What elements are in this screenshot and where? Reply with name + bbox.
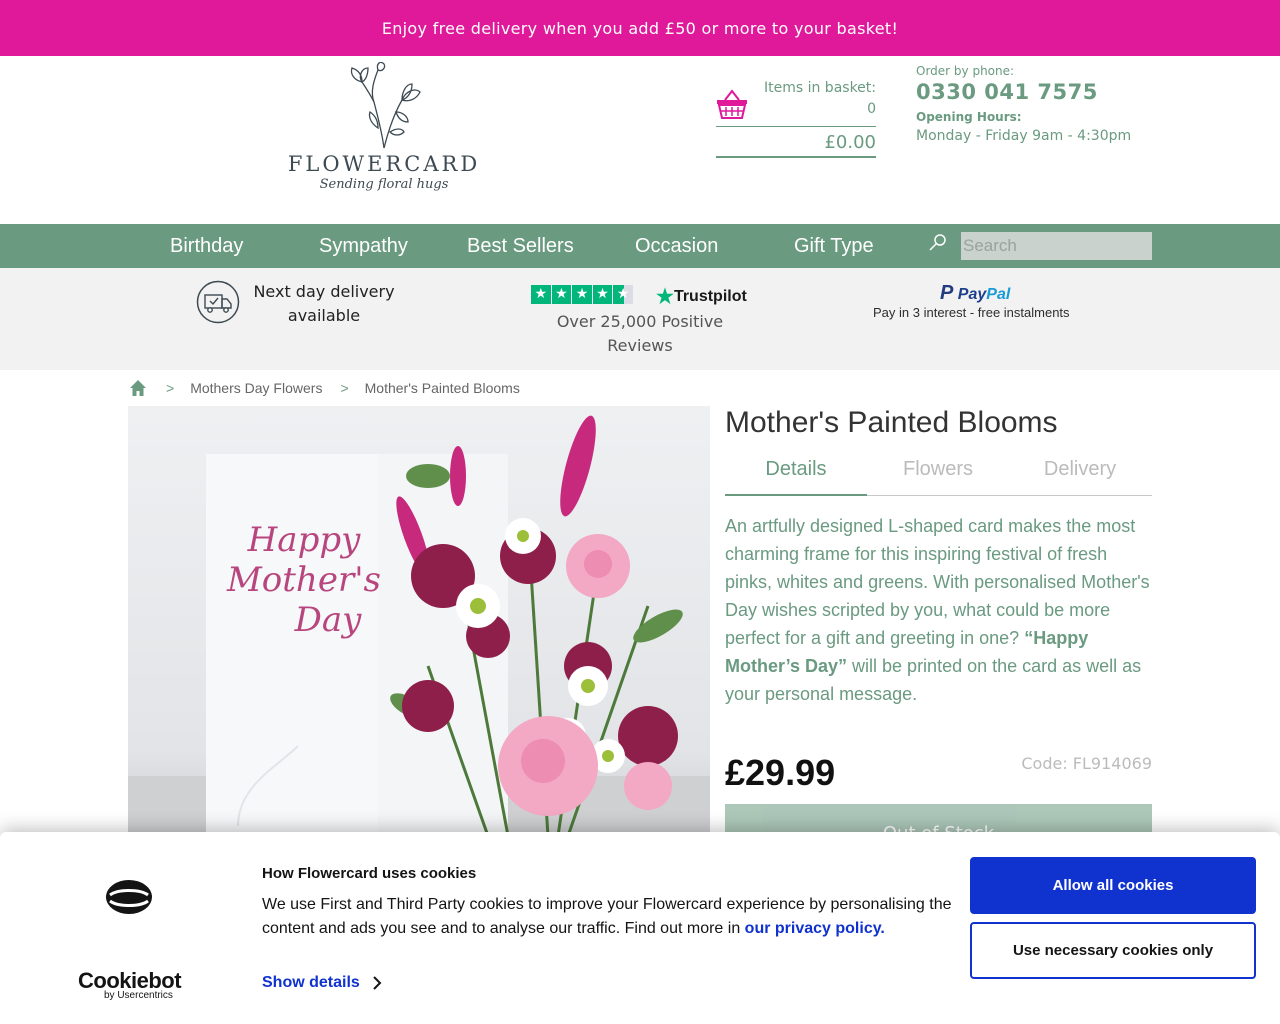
chevron-right-icon: > (340, 380, 349, 396)
product-description: An artfully designed L-shaped card makes… (725, 512, 1155, 708)
show-details-label: Show details (262, 974, 360, 991)
paypal-logo: P PayPal (940, 282, 1010, 305)
promo-bar: Enjoy free delivery when you add £50 or … (0, 0, 1280, 56)
search-input[interactable] (961, 232, 1152, 260)
card-text-line-1: Happy (247, 520, 361, 560)
card-text-line-3: Day (294, 600, 363, 640)
star-icon: ★ (531, 285, 551, 304)
chevron-right-icon: > (166, 380, 175, 396)
trustpilot-brand: Trustpilot (673, 288, 747, 305)
cookiebot-icon (106, 880, 152, 914)
product-photo: Happy Mother's Day (128, 406, 710, 836)
logo-tagline: Sending floral hugs (319, 177, 449, 192)
paypal-brand-pay: Pay (957, 286, 987, 303)
cookie-title: How Flowercard uses cookies (262, 865, 477, 882)
promo-text: Enjoy free delivery when you add £50 or … (381, 18, 899, 38)
tab-details[interactable]: Details (725, 458, 867, 496)
next-day-delivery-text: Next day delivery available (253, 282, 395, 325)
basket-divider (716, 126, 876, 127)
breadcrumb: > Mothers Day Flowers > Mother's Painted… (128, 377, 538, 399)
nav-item-occasion[interactable]: Occasion (635, 224, 718, 268)
opening-hours-label: Opening Hours: (916, 110, 1022, 124)
product-title: Mother's Painted Blooms (725, 406, 1058, 439)
show-details-link[interactable]: Show details (262, 974, 382, 992)
tab-flowers[interactable]: Flowers (867, 458, 1009, 496)
basket-total: £0.00 (824, 132, 876, 153)
cookie-banner: Cookiebot by Usercentrics How Flowercard… (0, 832, 1280, 1024)
nav-item-birthday[interactable]: Birthday (170, 224, 243, 268)
breadcrumb-item-current: Mother's Painted Blooms (364, 380, 520, 396)
logo-name: FLOWERCARD (287, 152, 481, 176)
basket-count: 0 (867, 101, 876, 117)
tab-delivery[interactable]: Delivery (1009, 458, 1151, 496)
star-icon: ★ (551, 285, 572, 304)
trustpilot-reviews-text: Over 25,000 Positive Reviews (556, 312, 724, 355)
star-icon: ★ (572, 285, 592, 304)
chevron-right-icon (373, 976, 382, 990)
contact-info: Order by phone: 0330 041 7575 Opening Ho… (916, 64, 1176, 144)
necessary-cookies-button[interactable]: Use necessary cookies only (970, 922, 1256, 979)
basket-label: Items in basket: (763, 80, 876, 96)
trustpilot-stars: ★ ★ ★ ★ ★ (531, 285, 633, 304)
paypal-brand-pal: Pal (986, 286, 1011, 303)
privacy-policy-link[interactable]: our privacy policy. (745, 920, 885, 937)
half-star-icon: ★ (613, 285, 633, 304)
trustpilot-star-icon: ★ (656, 286, 674, 308)
delivery-truck-icon (196, 280, 240, 324)
product-image[interactable]: Happy Mother's Day (128, 406, 710, 836)
basket-underline (716, 156, 876, 158)
breadcrumb-item-mothers-day[interactable]: Mothers Day Flowers (190, 380, 322, 396)
basket-summary[interactable]: Items in basket: 0 £0.00 (716, 78, 876, 158)
paypal-p-icon: P (940, 282, 954, 304)
product-code: Code: FL914069 (1021, 754, 1152, 773)
site-header: FLOWERCARD Sending floral hugs Items in … (0, 56, 1280, 224)
phone-label: Order by phone: (916, 64, 1015, 78)
cookie-body: We use First and Third Party cookies to … (262, 893, 952, 941)
phone-number[interactable]: 0330 041 7575 (916, 80, 1176, 104)
main-nav: Birthday Sympathy Best Sellers Occasion … (0, 224, 1280, 268)
product-price: £29.99 (725, 752, 836, 793)
home-icon[interactable] (128, 378, 148, 398)
paypal-instalments-text: Pay in 3 interest - free instalments (873, 305, 1070, 320)
allow-all-cookies-button[interactable]: Allow all cookies (970, 857, 1256, 914)
nav-item-sympathy[interactable]: Sympathy (319, 224, 408, 268)
nav-item-best-sellers[interactable]: Best Sellers (467, 224, 574, 268)
star-icon: ★ (592, 285, 613, 304)
card-text-line-2: Mother's (226, 560, 381, 600)
product-tabs: Details Flowers Delivery (725, 452, 1152, 496)
opening-hours: Monday - Friday 9am - 4:30pm (916, 128, 1132, 144)
site-logo[interactable]: FLOWERCARD Sending floral hugs (284, 62, 484, 212)
flower-logo-icon (350, 62, 421, 149)
nav-item-gift-type[interactable]: Gift Type (794, 224, 874, 268)
cookiebot-logo-sub: by Usercentrics (104, 990, 173, 1001)
trust-strip: Next day delivery available ★ ★ ★ ★ ★ ★T… (0, 268, 1280, 370)
search-icon[interactable] (927, 233, 947, 253)
basket-icon (717, 89, 747, 119)
trustpilot-logo[interactable]: ★Trustpilot (656, 284, 747, 309)
